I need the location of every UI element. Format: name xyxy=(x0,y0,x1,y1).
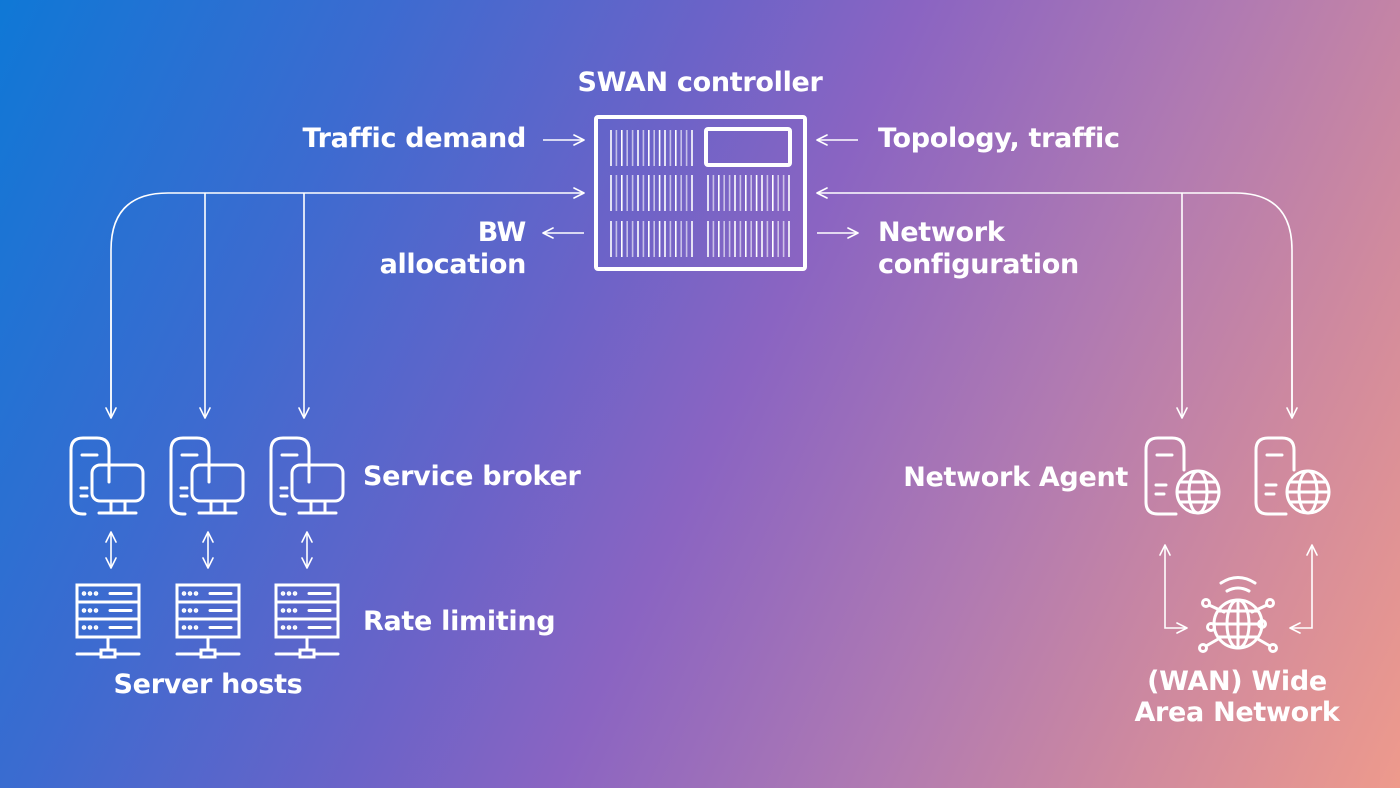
wan-label-line2: Area Network xyxy=(1134,697,1340,728)
service-broker-icon xyxy=(269,436,345,516)
service-broker-icon xyxy=(169,436,245,516)
network-config-label-line1: Network xyxy=(878,217,1005,248)
network-agent-icon xyxy=(1144,436,1221,516)
server-host-icon xyxy=(175,583,241,659)
network-config-label-line2: configuration xyxy=(878,249,1079,280)
rate-limiting-label: Rate limiting xyxy=(363,606,556,637)
network-agent-label: Network Agent xyxy=(903,462,1128,493)
topology-traffic-label: Topology, traffic xyxy=(878,123,1120,154)
wan-link-right-elbow xyxy=(1289,622,1313,634)
bw-allocation-label-line2: allocation xyxy=(379,249,527,280)
wan-label-line1: (WAN) Wide xyxy=(1147,666,1327,697)
server-hosts-label: Server hosts xyxy=(113,669,303,700)
traffic-demand-label: Traffic demand xyxy=(302,123,527,154)
wan-link-left-elbow xyxy=(1164,622,1188,634)
service-broker-label: Service broker xyxy=(363,461,581,492)
network-agent-icon xyxy=(1254,436,1331,516)
service-broker-icon xyxy=(69,436,145,516)
bw-allocation-label-line1: BW xyxy=(477,217,527,248)
server-host-icon xyxy=(274,583,340,659)
swan-controller-icon xyxy=(594,115,807,271)
controller-title: SWAN controller xyxy=(577,67,823,98)
server-host-icon xyxy=(75,583,141,659)
wan-globe-icon xyxy=(1198,576,1278,653)
